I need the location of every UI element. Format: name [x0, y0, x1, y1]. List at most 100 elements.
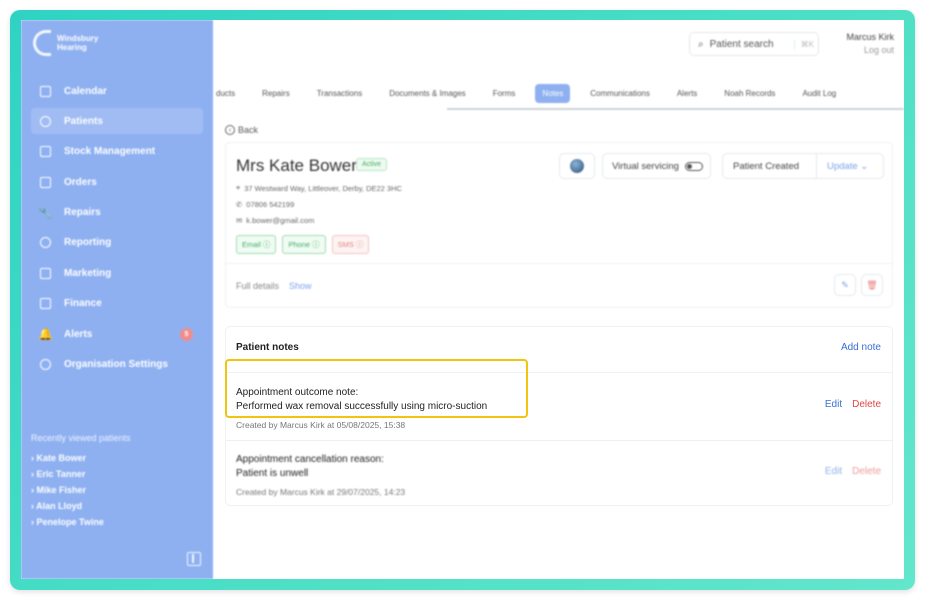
delete-note-button[interactable]: Delete — [852, 399, 881, 410]
sidebar-item-label: Stock Management — [64, 146, 156, 158]
delete-note-button[interactable]: Delete — [852, 466, 881, 477]
back-label: Back — [238, 125, 259, 135]
sidebar-item-label: Repairs — [64, 207, 101, 219]
divider — [226, 372, 892, 373]
sidebar-item-label: Marketing — [64, 267, 112, 279]
sidebar-item-orders[interactable]: Orders — [31, 169, 203, 195]
recent-patient-item[interactable]: › Penelope Twine — [31, 517, 104, 533]
update-dropdown[interactable]: Update ⌄ — [817, 161, 868, 172]
sidebar-item-calendar[interactable]: Calendar — [31, 78, 203, 104]
sms-consent-chip[interactable]: SMS ⓘ — [331, 235, 370, 254]
edit-note-button[interactable]: Edit — [825, 399, 842, 410]
tab-notes[interactable]: Notes — [535, 83, 571, 103]
user-name: Marcus Kirk — [846, 32, 894, 42]
add-note-button[interactable]: Add note — [841, 342, 881, 353]
tab-forms[interactable]: Forms — [486, 84, 523, 103]
brand-name: Windsbury Hearing — [57, 34, 99, 52]
divider — [226, 440, 892, 441]
note-actions: Edit Delete — [825, 466, 881, 477]
phone-icon: ✆ — [236, 200, 243, 209]
note-item: Appointment cancellation reason: Patient… — [236, 453, 405, 499]
globe-icon — [570, 159, 584, 173]
user-menu: Marcus Kirk Log out — [846, 32, 894, 55]
sidebar-item-patients[interactable]: Patients — [31, 108, 203, 135]
sidebar-item-label: Calendar — [64, 85, 107, 97]
tab-communications[interactable]: Communications — [583, 84, 657, 103]
sidebar-item-organisation-settings[interactable]: Organisation Settings — [31, 352, 203, 378]
patient-phone: ✆ 07806 542199 — [236, 200, 295, 209]
recent-patient-item[interactable]: › Eric Tanner — [31, 469, 104, 485]
sidebar: Windsbury Hearing Calendar Patients Stoc… — [21, 20, 213, 579]
search-shortcut: ⌘K — [793, 39, 814, 49]
brand-logo[interactable]: Windsbury Hearing — [33, 30, 117, 56]
note-actions: Edit Delete — [825, 399, 881, 410]
sidebar-item-label: Reporting — [64, 237, 112, 249]
main-content: ‹ Back Mrs Kate Bower Active ⌖ 37 Westwar… — [213, 116, 904, 579]
tab-products[interactable]: ducts — [213, 84, 242, 103]
clipboard-icon — [40, 146, 51, 158]
tabs-scrollbar[interactable] — [447, 108, 904, 110]
tab-noah-records[interactable]: Noah Records — [717, 84, 782, 103]
patient-address: ⌖ 37 Westward Way, Littleover, Derby, DE2… — [236, 183, 402, 193]
location-pin-icon: ⌖ — [236, 183, 241, 192]
logout-link[interactable]: Log out — [846, 45, 894, 55]
patient-search-button[interactable]: ⌕ Patient search ⌘K — [689, 32, 819, 56]
sidebar-item-reporting[interactable]: Reporting — [31, 230, 203, 256]
recent-patients-list: › Kate Bower › Eric Tanner › Mike Fisher… — [31, 453, 104, 533]
patient-notes-card: Patient notes Add note Appointment outco… — [225, 326, 893, 506]
smiley-icon — [40, 115, 51, 127]
tab-audit-log[interactable]: Audit Log — [795, 84, 843, 103]
calendar-check-icon — [40, 176, 51, 188]
edit-note-button[interactable]: Edit — [825, 466, 842, 477]
show-details-link[interactable]: Show — [289, 281, 312, 291]
mail-icon: ✉ — [236, 216, 243, 225]
recent-patient-item[interactable]: › Alan Lloyd — [31, 501, 104, 517]
phone-consent-chip[interactable]: Phone ⓘ — [282, 235, 326, 254]
pie-chart-icon — [40, 237, 51, 249]
pencil-icon: ✎ — [841, 279, 849, 290]
email-consent-chip[interactable]: Email ⓘ — [236, 235, 277, 254]
app-window: Windsbury Hearing Calendar Patients Stoc… — [21, 20, 904, 579]
sidebar-item-label: Organisation Settings — [64, 359, 168, 371]
sidebar-item-alerts[interactable]: 🔔 Alerts 5 — [31, 321, 203, 347]
search-label: Patient search — [709, 38, 774, 50]
tab-documents-images[interactable]: Documents & Images — [382, 84, 472, 103]
virtual-servicing-toggle[interactable]: Virtual servicing — [602, 153, 711, 179]
collapse-sidebar-icon[interactable] — [187, 552, 201, 566]
top-bar: ⌕ Patient search ⌘K Marcus Kirk Log out — [213, 20, 904, 68]
credit-card-icon — [40, 298, 51, 310]
full-details-label: Full details — [236, 281, 280, 291]
delete-patient-button[interactable]: 🗑 — [861, 274, 883, 296]
patient-tabs: ducts Repairs Transactions Documents & I… — [213, 76, 904, 110]
ear-logo-icon — [33, 30, 51, 56]
sidebar-item-repairs[interactable]: 🔧 Repairs — [31, 200, 203, 226]
sidebar-item-stock-management[interactable]: Stock Management — [31, 139, 203, 165]
recent-patient-item[interactable]: › Kate Bower — [31, 453, 104, 469]
contact-preferences: Email ⓘ Phone ⓘ SMS ⓘ — [236, 235, 370, 254]
tab-repairs[interactable]: Repairs — [255, 84, 297, 103]
sidebar-item-finance[interactable]: Finance — [31, 291, 203, 317]
note-body: Performed wax removal successfully using… — [236, 401, 488, 412]
bell-icon: 🔔 — [38, 327, 53, 342]
search-icon: ⌕ — [698, 38, 704, 50]
back-button[interactable]: ‹ Back — [225, 125, 258, 135]
status-badge: Active — [356, 158, 388, 171]
calendar-icon — [40, 85, 51, 97]
gear-icon — [40, 359, 51, 371]
toggle-switch[interactable] — [684, 161, 703, 171]
patient-created-label: Patient Created — [723, 154, 817, 178]
full-details-row: Full details Show — [236, 281, 312, 291]
tab-alerts[interactable]: Alerts — [670, 84, 704, 103]
sidebar-item-label: Patients — [64, 115, 103, 127]
sidebar-item-marketing[interactable]: Marketing — [31, 260, 203, 286]
note-meta: Created by Marcus Kirk at 29/07/2025, 14… — [236, 487, 406, 497]
patient-status-control: Patient Created Update ⌄ — [722, 153, 884, 179]
patient-email: ✉ k.bower@gmail.com — [236, 216, 315, 225]
noah-sync-button[interactable] — [559, 153, 595, 179]
tab-transactions[interactable]: Transactions — [310, 84, 370, 103]
notes-title: Patient notes — [236, 342, 299, 353]
recent-patient-item[interactable]: › Mike Fisher — [31, 485, 104, 501]
edit-patient-button[interactable]: ✎ — [834, 274, 856, 296]
trash-icon: 🗑 — [866, 279, 878, 290]
sidebar-nav: Calendar Patients Stock Management Order… — [31, 78, 203, 382]
